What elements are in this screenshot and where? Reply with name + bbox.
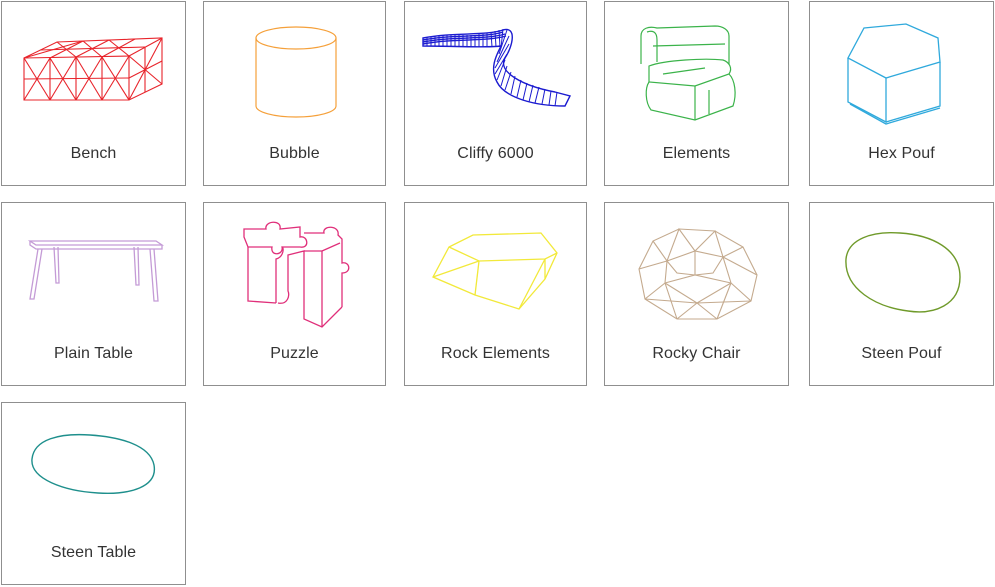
elements-wireframe-icon (640, 25, 736, 121)
cliffy-6000-wireframe-icon (422, 28, 572, 107)
product-label: Hex Pouf (868, 145, 935, 162)
product-card-steen-pouf[interactable]: Steen Pouf (809, 202, 994, 386)
bubble-wireframe-icon (255, 26, 337, 118)
product-label: Bench (70, 145, 117, 162)
product-card-rock-elements[interactable]: Rock Elements (404, 202, 587, 386)
product-label: Plain Table (53, 345, 134, 362)
puzzle-wireframe-icon (243, 221, 350, 328)
product-card-plain-table[interactable]: Plain Table (1, 202, 186, 386)
product-card-rocky-chair[interactable]: Rocky Chair (604, 202, 789, 386)
hex-pouf-wireframe-icon (847, 23, 941, 125)
rocky-chair-wireframe-icon (638, 227, 758, 320)
steen-pouf-wireframe-icon (845, 232, 961, 313)
product-label: Rocky Chair (652, 345, 741, 362)
product-label: Steen Table (50, 544, 137, 561)
product-label: Steen Pouf (861, 345, 942, 362)
product-card-puzzle[interactable]: Puzzle (203, 202, 386, 386)
bench-wireframe-icon (23, 37, 163, 101)
plain-table-wireframe-icon (27, 240, 165, 302)
product-label: Puzzle (270, 345, 319, 362)
product-label: Cliffy 6000 (457, 145, 534, 162)
product-label: Elements (662, 145, 731, 162)
product-grid: Bench Bubble Cliffy 6000 Elements Hex Po… (0, 0, 995, 587)
product-card-elements[interactable]: Elements (604, 1, 789, 186)
product-card-bubble[interactable]: Bubble (203, 1, 386, 186)
rock-elements-wireframe-icon (432, 232, 558, 310)
product-label: Bubble (269, 145, 320, 162)
product-label: Rock Elements (441, 345, 550, 362)
product-card-bench[interactable]: Bench (1, 1, 186, 186)
product-card-steen-table[interactable]: Steen Table (1, 402, 186, 585)
steen-table-wireframe-icon (31, 433, 155, 494)
product-card-hex-pouf[interactable]: Hex Pouf (809, 1, 994, 186)
product-card-cliffy-6000[interactable]: Cliffy 6000 (404, 1, 587, 186)
